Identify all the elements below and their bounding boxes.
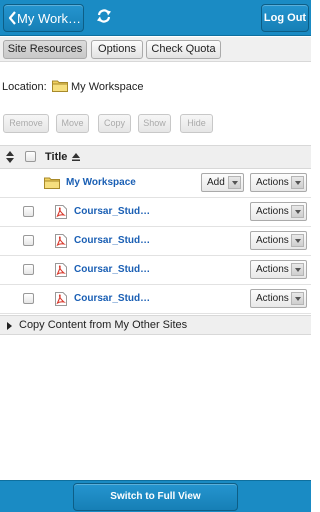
folder-icon — [44, 177, 60, 189]
move-button[interactable]: Move — [56, 114, 89, 133]
copy-content-label: Copy Content from My Other Sites — [19, 319, 188, 331]
file-row: Coursar_Stud… Actions — [0, 285, 311, 314]
show-button[interactable]: Show — [138, 114, 171, 133]
actions-dropdown-label: Actions — [256, 264, 289, 275]
file-row: Coursar_Stud… Actions — [0, 227, 311, 256]
table-header: Title — [0, 145, 311, 169]
file-link[interactable]: Coursar_Stud… — [74, 235, 150, 246]
select-all-checkbox[interactable] — [25, 151, 36, 162]
sort-ascending-icon[interactable] — [72, 153, 80, 161]
tab-options[interactable]: Options — [91, 40, 143, 59]
dropdown-arrow-icon — [291, 292, 304, 305]
back-button[interactable]: My Work… — [3, 4, 84, 32]
copy-content-section[interactable]: Copy Content from My Other Sites — [0, 315, 311, 335]
actions-dropdown-label: Actions — [256, 206, 289, 217]
top-bar: My Work… Log Out — [0, 0, 311, 36]
folder-actions-dropdown[interactable]: Actions — [250, 173, 307, 192]
footer-bar: Switch to Full View — [0, 480, 311, 512]
expand-triangle-icon — [7, 322, 12, 330]
pdf-icon — [55, 234, 67, 248]
actions-dropdown-label: Actions — [256, 177, 289, 188]
copy-button[interactable]: Copy — [98, 114, 131, 133]
file-actions-dropdown[interactable]: Actions — [250, 260, 307, 279]
location-label: Location: — [2, 81, 47, 93]
dropdown-arrow-icon — [291, 263, 304, 276]
actions-dropdown-label: Actions — [256, 235, 289, 246]
folder-row: My Workspace Add Actions — [0, 169, 311, 198]
file-link[interactable]: Coursar_Stud… — [74, 264, 150, 275]
file-actions-dropdown[interactable]: Actions — [250, 231, 307, 250]
actions-dropdown-label: Actions — [256, 293, 289, 304]
dropdown-arrow-icon — [291, 234, 304, 247]
logout-button[interactable]: Log Out — [261, 4, 309, 32]
row-checkbox[interactable] — [23, 235, 34, 246]
sync-icon[interactable] — [96, 8, 112, 24]
remove-button[interactable]: Remove — [3, 114, 49, 133]
add-dropdown[interactable]: Add — [201, 173, 244, 192]
dropdown-arrow-icon — [291, 176, 304, 189]
file-actions-dropdown[interactable]: Actions — [250, 202, 307, 221]
add-dropdown-label: Add — [207, 177, 225, 188]
folder-icon — [52, 80, 68, 92]
hide-button[interactable]: Hide — [180, 114, 213, 133]
file-row: Coursar_Stud… Actions — [0, 198, 311, 227]
file-row: Coursar_Stud… Actions — [0, 256, 311, 285]
row-checkbox[interactable] — [23, 293, 34, 304]
switch-full-view-button[interactable]: Switch to Full View — [73, 483, 238, 511]
row-checkbox[interactable] — [23, 206, 34, 217]
row-checkbox[interactable] — [23, 264, 34, 275]
file-link[interactable]: Coursar_Stud… — [74, 293, 150, 304]
sort-icon[interactable] — [6, 151, 14, 163]
pdf-icon — [55, 205, 67, 219]
dropdown-arrow-icon — [291, 205, 304, 218]
folder-link[interactable]: My Workspace — [66, 177, 136, 188]
resource-tabs: Site Resources Options Check Quota — [0, 37, 311, 62]
pdf-icon — [55, 292, 67, 306]
title-column-header[interactable]: Title — [45, 151, 67, 163]
tab-site-resources[interactable]: Site Resources — [3, 40, 87, 59]
tab-check-quota[interactable]: Check Quota — [146, 40, 221, 59]
file-link[interactable]: Coursar_Stud… — [74, 206, 150, 217]
file-actions-dropdown[interactable]: Actions — [250, 289, 307, 308]
dropdown-arrow-icon — [228, 176, 241, 189]
back-button-label: My Work… — [17, 11, 82, 26]
screen: My Work… Log Out Site Resources Options … — [0, 0, 311, 512]
pdf-icon — [55, 263, 67, 277]
location-value: My Workspace — [71, 81, 144, 93]
